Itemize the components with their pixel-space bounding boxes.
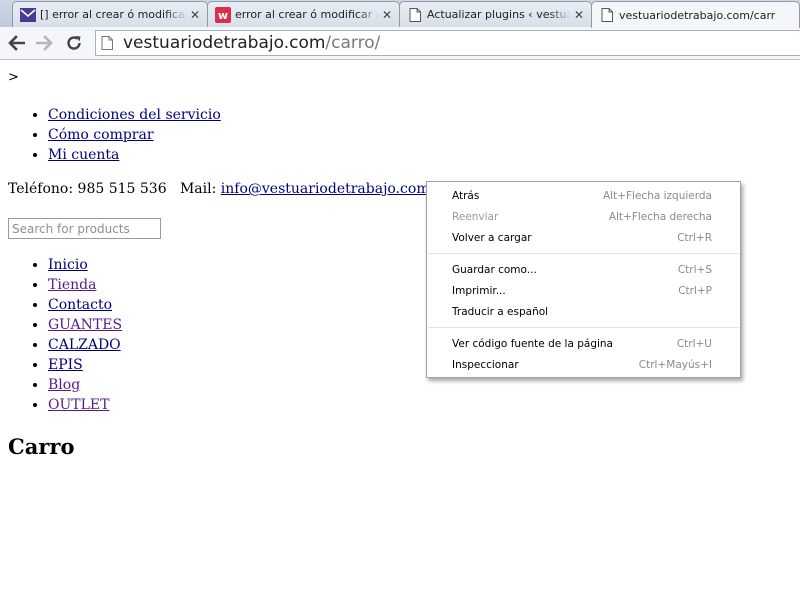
- url-path: /carro/: [325, 33, 381, 53]
- contact-line: Teléfono: 985 515 536 Mail: info@vestuar…: [8, 181, 430, 197]
- tab-2-close-icon[interactable]: ✕: [379, 8, 395, 22]
- tab-1[interactable]: [] error al crear ó modificar u ✕: [12, 1, 208, 27]
- nav-guantes[interactable]: GUANTES: [48, 317, 122, 333]
- address-bar[interactable]: vestuariodetrabajo.com/carro/: [95, 30, 800, 56]
- tab-3-title: Actualizar plugins ‹ vestuario: [427, 8, 571, 21]
- reload-icon: [67, 36, 81, 50]
- nav-contacto[interactable]: Contacto: [48, 297, 112, 313]
- menu-item-shortcut: Alt+Flecha izquierda: [603, 189, 712, 202]
- stray-text: >: [8, 70, 19, 85]
- menu-item-shortcut: Alt+Flecha derecha: [608, 210, 712, 223]
- forward-button[interactable]: [34, 32, 56, 54]
- list-item: EPIS: [48, 355, 122, 375]
- tab-3[interactable]: Actualizar plugins ‹ vestuario ✕: [399, 1, 592, 27]
- tab-4-title: vestuariodetrabajo.com/carr: [619, 8, 776, 22]
- browser-toolbar: vestuariodetrabajo.com/carro/: [0, 27, 800, 60]
- nav-calzado[interactable]: CALZADO: [48, 337, 121, 353]
- menu-item-label: Reenviar: [452, 210, 499, 223]
- list-item: Tienda: [48, 275, 122, 295]
- back-button[interactable]: [5, 32, 27, 54]
- svg-text:w: w: [218, 9, 228, 22]
- list-item: Contacto: [48, 295, 122, 315]
- phone-number: 985 515 536: [77, 181, 167, 197]
- menu-item-label: Inspeccionar: [452, 358, 519, 371]
- back-arrow-icon: [8, 35, 25, 51]
- top-menu: Condiciones del servicio Cómo comprar Mi…: [48, 105, 221, 165]
- menu-item-label: Imprimir...: [452, 284, 506, 297]
- link-condiciones-servicio[interactable]: Condiciones del servicio: [48, 107, 221, 123]
- list-item: CALZADO: [48, 335, 122, 355]
- list-item: GUANTES: [48, 315, 122, 335]
- link-mi-cuenta[interactable]: Mi cuenta: [48, 147, 119, 163]
- menu-separator: [428, 327, 739, 328]
- page-icon: [101, 35, 117, 51]
- page-icon: [599, 7, 615, 23]
- tab-2-title: error al crear ó modificar un p: [235, 8, 379, 21]
- menu-item-shortcut: Ctrl+Mayús+I: [638, 358, 712, 371]
- menu-item-guardar-como[interactable]: Guardar como... Ctrl+S: [427, 259, 740, 280]
- list-item: Mi cuenta: [48, 145, 221, 165]
- email-link[interactable]: info@vestuariodetrabajo.com: [221, 181, 430, 197]
- menu-item-ver-codigo-fuente[interactable]: Ver código fuente de la página Ctrl+U: [427, 333, 740, 354]
- menu-item-inspeccionar[interactable]: Inspeccionar Ctrl+Mayús+I: [427, 354, 740, 375]
- menu-item-traducir[interactable]: Traducir a español: [427, 301, 740, 322]
- main-menu: Inicio Tienda Contacto GUANTES CALZADO E…: [48, 255, 122, 415]
- page-icon: [407, 7, 423, 23]
- menu-item-atras[interactable]: Atrás Alt+Flecha izquierda: [427, 185, 740, 206]
- tab-3-close-icon[interactable]: ✕: [571, 8, 587, 22]
- menu-item-imprimir[interactable]: Imprimir... Ctrl+P: [427, 280, 740, 301]
- menu-item-label: Traducir a español: [452, 305, 549, 318]
- list-item: OUTLET: [48, 395, 122, 415]
- nav-inicio[interactable]: Inicio: [48, 257, 88, 273]
- phone-label: Teléfono:: [8, 181, 74, 197]
- mail-label: Mail:: [179, 181, 217, 197]
- menu-item-volver-a-cargar[interactable]: Volver a cargar Ctrl+R: [427, 227, 740, 248]
- link-como-comprar[interactable]: Cómo comprar: [48, 127, 154, 143]
- tab-strip: [] error al crear ó modificar u ✕ w erro…: [0, 0, 800, 28]
- list-item: Inicio: [48, 255, 122, 275]
- search-input[interactable]: [8, 218, 161, 239]
- menu-item-shortcut: Ctrl+P: [678, 284, 712, 297]
- w-logo-icon: w: [215, 6, 231, 23]
- tab-4-active[interactable]: vestuariodetrabajo.com/carr: [591, 1, 800, 28]
- menu-item-label: Volver a cargar: [452, 231, 532, 244]
- mail-icon: [20, 7, 36, 23]
- list-item: Condiciones del servicio: [48, 105, 221, 125]
- menu-item-label: Guardar como...: [452, 263, 537, 276]
- url-host: vestuariodetrabajo.com: [123, 33, 326, 53]
- menu-separator: [428, 253, 739, 254]
- tab-2[interactable]: w error al crear ó modificar un p ✕: [207, 1, 400, 27]
- menu-item-reenviar[interactable]: Reenviar Alt+Flecha derecha: [427, 206, 740, 227]
- list-item: Cómo comprar: [48, 125, 221, 145]
- nav-epis[interactable]: EPIS: [48, 357, 83, 373]
- page-title: Carro: [8, 434, 75, 459]
- menu-item-shortcut: Ctrl+R: [677, 231, 712, 244]
- menu-item-label: Ver código fuente de la página: [452, 337, 613, 350]
- list-item: Blog: [48, 375, 122, 395]
- context-menu: Atrás Alt+Flecha izquierda Reenviar Alt+…: [426, 181, 741, 378]
- tab-1-close-icon[interactable]: ✕: [187, 8, 203, 22]
- tab-1-title: [] error al crear ó modificar u: [40, 8, 187, 21]
- menu-item-shortcut: Ctrl+S: [677, 263, 712, 276]
- nav-blog[interactable]: Blog: [48, 377, 80, 393]
- forward-arrow-icon: [36, 35, 53, 51]
- nav-tienda[interactable]: Tienda: [48, 277, 96, 293]
- menu-item-label: Atrás: [452, 189, 480, 202]
- nav-outlet[interactable]: OUTLET: [48, 397, 109, 413]
- reload-button[interactable]: [63, 32, 85, 54]
- menu-item-shortcut: Ctrl+U: [676, 337, 712, 350]
